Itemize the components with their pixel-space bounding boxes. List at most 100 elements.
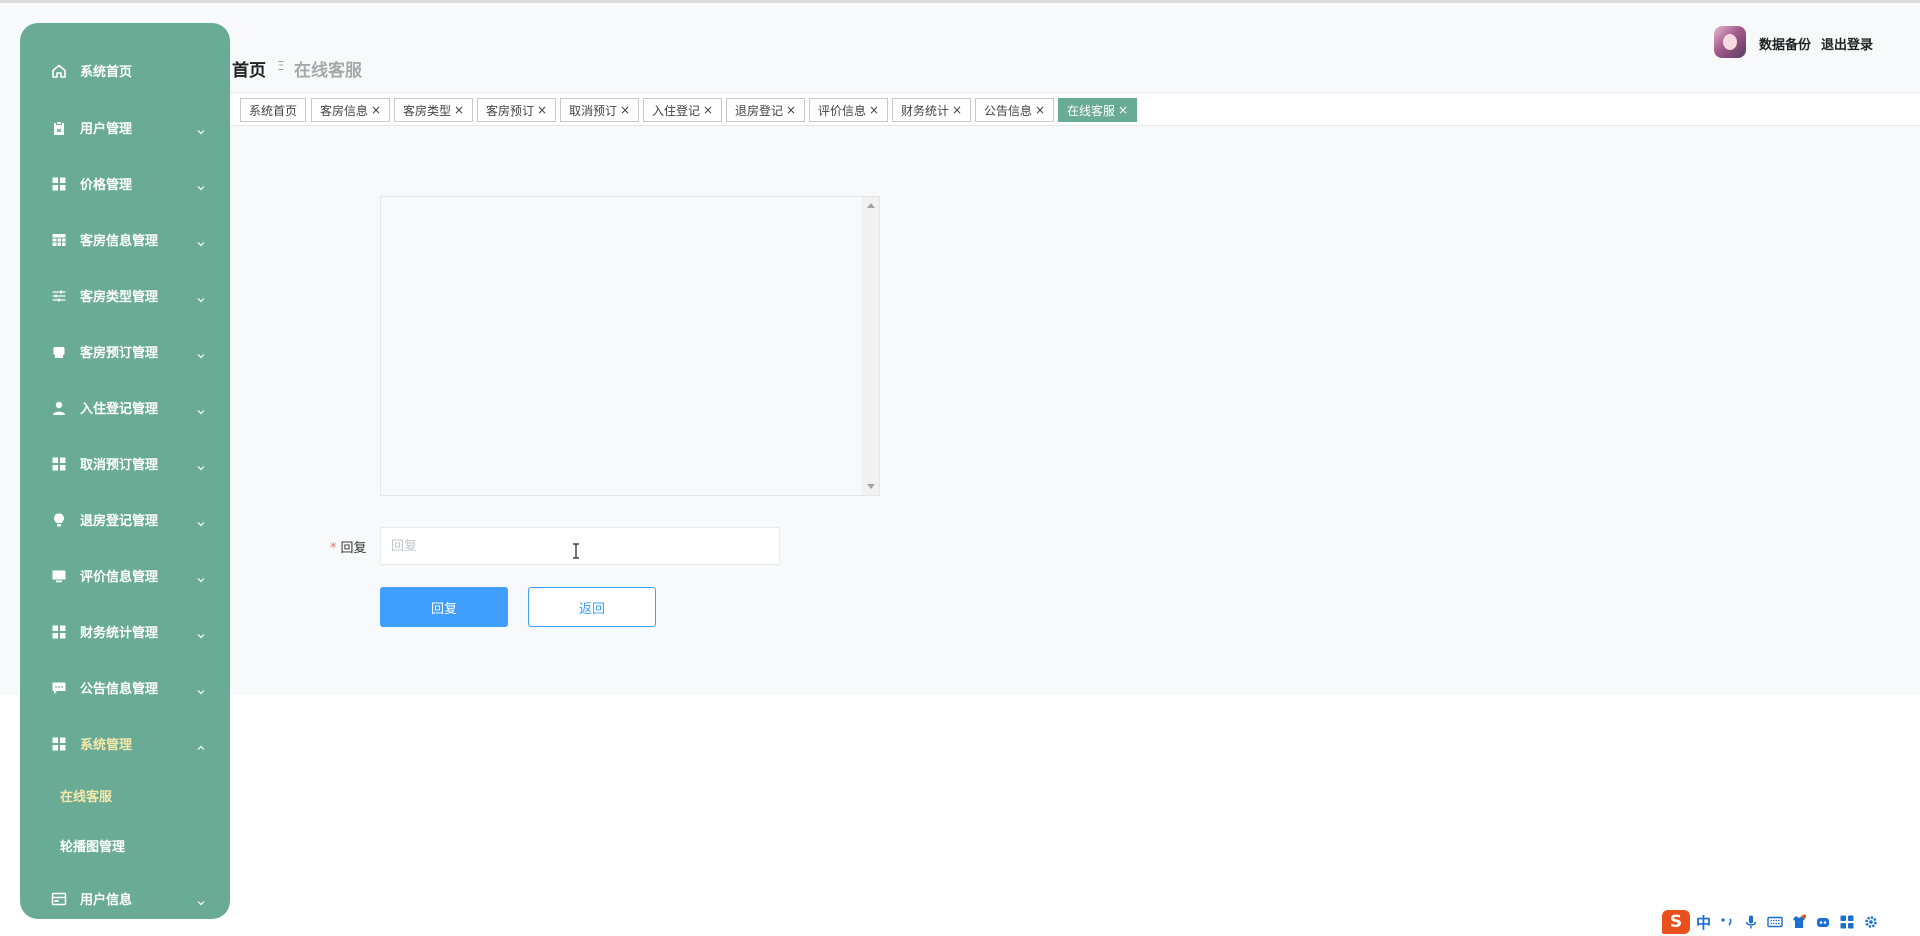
monitor-icon: [51, 568, 67, 584]
sidebar-item-label: 客房预订管理: [80, 346, 159, 361]
sogou-logo-icon[interactable]: S: [1662, 910, 1690, 934]
scroll-up-arrow-icon[interactable]: [867, 203, 875, 208]
keyboard-icon[interactable]: [1767, 914, 1783, 930]
chat-icon: [51, 680, 67, 696]
home-icon: [51, 63, 67, 79]
sidebar-item-label: 财务统计管理: [80, 626, 159, 641]
sidebar-item-label: 取消预订管理: [80, 458, 159, 473]
tab-home[interactable]: 系统首页: [240, 98, 307, 122]
logout-link[interactable]: 退出登录: [1821, 34, 1873, 53]
reply-submit-button[interactable]: 回复: [380, 587, 508, 627]
breadcrumb-current: 在线客服: [294, 61, 362, 81]
tab-cancel-booking[interactable]: 取消预订 ×: [560, 98, 640, 122]
tab-label: 系统首页: [249, 103, 298, 118]
print-icon: [51, 344, 67, 360]
sidebar-item-room-info-management[interactable]: 客房信息管理: [20, 220, 230, 260]
sidebar-item-price-management[interactable]: 价格管理: [20, 164, 230, 204]
data-backup-link[interactable]: 数据备份: [1759, 34, 1811, 53]
tab-label: 入住登记: [652, 103, 701, 118]
chevron-up-icon: [196, 738, 206, 750]
tab-label: 客房预订: [486, 103, 535, 118]
tab-label: 财务统计: [901, 103, 950, 118]
close-icon[interactable]: ×: [454, 103, 464, 117]
sidebar-item-label: 系统管理: [80, 738, 133, 753]
sidebar-subitem-label: 轮播图管理: [60, 840, 126, 855]
chevron-down-icon: [196, 178, 206, 191]
sidebar-item-checkin-management[interactable]: 入住登记管理: [20, 388, 230, 428]
sidebar-item-label: 评价信息管理: [80, 570, 159, 585]
chat-message-area[interactable]: [380, 196, 880, 496]
close-icon[interactable]: ×: [703, 103, 713, 117]
sidebar-item-system-management[interactable]: 系统管理: [20, 724, 230, 764]
close-icon[interactable]: ×: [869, 103, 879, 117]
sidebar-item-label: 用户信息: [80, 893, 133, 908]
breadcrumb-home[interactable]: 首页: [232, 56, 266, 81]
sidebar-item-checkout-management[interactable]: 退房登记管理: [20, 500, 230, 540]
chevron-down-icon: [196, 290, 206, 303]
sidebar-item-label: 公告信息管理: [80, 682, 159, 697]
tab-checkin[interactable]: 入住登记 ×: [643, 98, 723, 122]
sidebar-item-label: 退房登记管理: [80, 514, 159, 529]
chevron-down-icon: [196, 458, 206, 471]
sidebar-item-label: 客房类型管理: [80, 290, 159, 305]
sidebar-item-user-info[interactable]: 用户信息: [20, 879, 230, 919]
back-button[interactable]: 返回: [528, 587, 656, 627]
tab-room-booking[interactable]: 客房预订 ×: [477, 98, 557, 122]
sidebar-item-finance-management[interactable]: 财务统计管理: [20, 612, 230, 652]
chat-scrollbar[interactable]: [862, 197, 879, 495]
tab-checkout[interactable]: 退房登记 ×: [726, 98, 806, 122]
sidebar-subitem-label: 在线客服: [60, 790, 113, 805]
sliders-icon: [51, 288, 67, 304]
close-icon[interactable]: ×: [786, 103, 796, 117]
sidebar-item-notice-management[interactable]: 公告信息管理: [20, 668, 230, 708]
tab-label: 客房信息: [320, 103, 369, 118]
sidebar-subitem-carousel-management[interactable]: 轮播图管理: [20, 827, 230, 863]
ime-toolbar: S 中: [1662, 910, 1879, 934]
chevron-down-icon: [196, 893, 206, 906]
punctuation-icon[interactable]: [1719, 914, 1735, 930]
skin-icon[interactable]: [1791, 914, 1807, 930]
tab-label: 退房登记: [735, 103, 784, 118]
user-icon: [51, 400, 67, 416]
close-icon[interactable]: ×: [371, 103, 381, 117]
grid-icon: [51, 624, 67, 640]
chevron-down-icon: [196, 234, 206, 247]
settings-gear-icon[interactable]: [1863, 914, 1879, 930]
tab-label: 公告信息: [984, 103, 1033, 118]
sidebar-item-cancel-booking-management[interactable]: 取消预订管理: [20, 444, 230, 484]
close-icon[interactable]: ×: [620, 103, 630, 117]
sidebar-item-room-booking-management[interactable]: 客房预订管理: [20, 332, 230, 372]
grid-icon: [51, 736, 67, 752]
close-icon[interactable]: ×: [537, 103, 547, 117]
table-icon: [51, 232, 67, 248]
tab-review[interactable]: 评价信息 ×: [809, 98, 889, 122]
chevron-down-icon: [196, 514, 206, 527]
sidebar-item-label: 入住登记管理: [80, 402, 159, 417]
close-icon[interactable]: ×: [1118, 103, 1128, 117]
tab-finance[interactable]: 财务统计 ×: [892, 98, 972, 122]
tab-notice[interactable]: 公告信息 ×: [975, 98, 1055, 122]
tab-room-type[interactable]: 客房类型 ×: [394, 98, 474, 122]
scroll-down-arrow-icon[interactable]: [867, 484, 875, 489]
card-icon: [51, 891, 67, 907]
microphone-icon[interactable]: [1743, 914, 1759, 930]
chevron-down-icon: [196, 402, 206, 415]
close-icon[interactable]: ×: [1035, 103, 1045, 117]
tab-label: 在线客服: [1067, 103, 1116, 118]
sidebar-item-user-management[interactable]: 用户管理: [20, 108, 230, 148]
toolbox-icon[interactable]: [1839, 914, 1855, 930]
tab-room-info[interactable]: 客房信息 ×: [311, 98, 391, 122]
sidebar-item-label: 价格管理: [80, 178, 133, 193]
sidebar-item-home[interactable]: 系统首页: [20, 51, 230, 91]
sidebar-item-room-type-management[interactable]: 客房类型管理: [20, 276, 230, 316]
robot-icon[interactable]: [1815, 914, 1831, 930]
bulb-icon: [51, 512, 67, 528]
close-icon[interactable]: ×: [952, 103, 962, 117]
tab-online-service[interactable]: 在线客服 ×: [1058, 98, 1138, 122]
chevron-down-icon: [196, 570, 206, 583]
ime-lang-toggle[interactable]: 中: [1696, 912, 1711, 933]
sidebar-item-review-management[interactable]: 评价信息管理: [20, 556, 230, 596]
reply-input[interactable]: [380, 527, 780, 565]
avatar[interactable]: [1714, 26, 1746, 58]
sidebar-subitem-online-service[interactable]: 在线客服: [20, 777, 230, 813]
